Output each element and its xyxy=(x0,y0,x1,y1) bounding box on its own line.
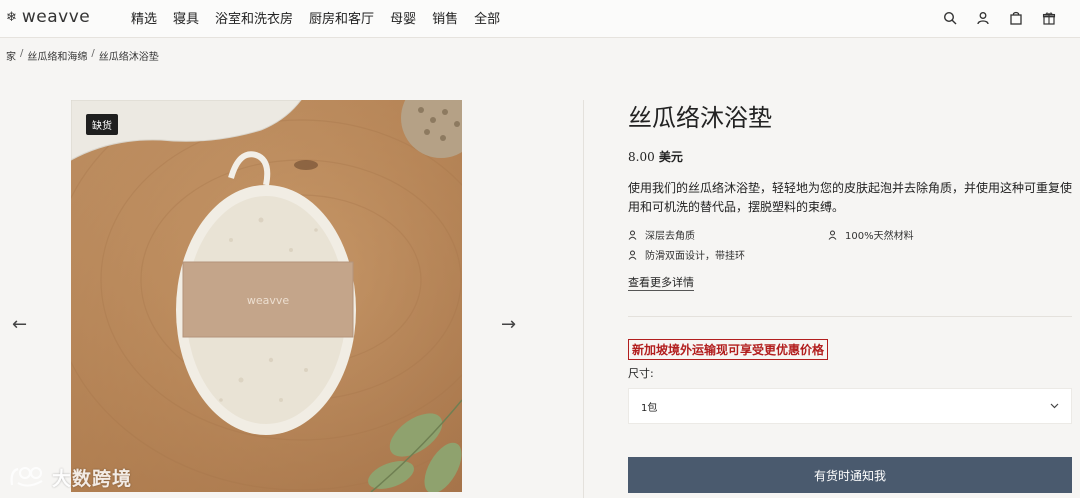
feature-label: 深层去角质 xyxy=(645,231,695,242)
notify-when-available-button[interactable]: 有货时通知我 xyxy=(628,457,1072,493)
person-icon xyxy=(628,230,637,240)
watermark: 大数跨境 xyxy=(8,463,132,491)
breadcrumb-separator: / xyxy=(91,48,95,59)
price-amount: 8.00 xyxy=(628,150,655,164)
size-label: 尺寸: xyxy=(628,367,654,380)
person-icon xyxy=(628,250,637,260)
next-image-arrow-icon[interactable]: → xyxy=(501,314,516,335)
product-photo: weavve xyxy=(71,100,462,492)
person-icon xyxy=(828,230,837,240)
section-divider xyxy=(628,316,1072,317)
previous-image-arrow-icon[interactable]: ← xyxy=(12,314,27,335)
snowflake-logo-icon: ❄ xyxy=(6,9,17,25)
chevron-down-icon xyxy=(1050,403,1059,409)
account-icon[interactable] xyxy=(973,8,992,27)
shipping-promo-banner: 新加坡境外运输现可享受更优惠价格 xyxy=(628,339,829,360)
breadcrumb-separator: / xyxy=(20,48,24,59)
column-divider xyxy=(583,100,584,498)
breadcrumb-home[interactable]: 家 xyxy=(6,48,16,63)
logo-text: weavve xyxy=(21,7,91,27)
feature-item: 防滑双面设计，带挂环 xyxy=(628,247,745,262)
out-of-stock-badge: 缺货 xyxy=(86,114,118,135)
gift-icon[interactable] xyxy=(1039,8,1058,27)
header-icons xyxy=(940,8,1058,27)
feature-label: 100%天然材料 xyxy=(845,231,914,242)
feature-label: 防滑双面设计，带挂环 xyxy=(645,251,745,262)
nav-item-baby[interactable]: 母婴 xyxy=(390,8,416,27)
nav-item-bedding[interactable]: 寝具 xyxy=(173,8,199,27)
watermark-text: 大数跨境 xyxy=(52,467,133,490)
feature-item: 深层去角质 xyxy=(628,227,695,242)
breadcrumb-current: 丝瓜络沐浴垫 xyxy=(98,52,159,63)
product-price: 8.00 美元 xyxy=(628,148,683,165)
size-select[interactable]: 1包 xyxy=(628,388,1072,424)
nav-item-all[interactable]: 全部 xyxy=(474,8,500,27)
site-header: ❄ weavve 精选 寝具 浴室和洗衣房 厨房和客厅 母婴 销售 全部 xyxy=(0,0,1080,38)
size-select-value: 1包 xyxy=(641,402,658,414)
nav-item-bath-laundry[interactable]: 浴室和洗衣房 xyxy=(215,8,293,27)
price-currency: 美元 xyxy=(658,150,683,164)
main-nav: 精选 寝具 浴室和洗衣房 厨房和客厅 母婴 销售 全部 xyxy=(131,8,516,27)
product-title: 丝瓜络沐浴垫 xyxy=(628,104,772,132)
search-icon[interactable] xyxy=(940,8,959,27)
nav-item-featured[interactable]: 精选 xyxy=(131,8,157,27)
nav-item-sale[interactable]: 销售 xyxy=(432,8,458,27)
logo[interactable]: ❄ weavve xyxy=(6,7,90,27)
shopping-bag-icon[interactable] xyxy=(1006,8,1025,27)
feature-item: 100%天然材料 xyxy=(828,227,914,242)
breadcrumb-category[interactable]: 丝瓜络和海绵 xyxy=(27,48,87,63)
nav-item-kitchen-living[interactable]: 厨房和客厅 xyxy=(309,8,374,27)
watermark-logo-icon xyxy=(10,467,43,487)
product-gallery: weavve xyxy=(71,100,462,492)
product-description: 使用我们的丝瓜络沐浴垫，轻轻地为您的皮肤起泡并去除角质，并使用这种可重复使用和可… xyxy=(628,181,1073,214)
breadcrumb: 家 / 丝瓜络和海绵 / 丝瓜络沐浴垫 xyxy=(6,48,159,63)
product-band-text: weavve xyxy=(247,294,290,307)
view-more-details-link[interactable]: 查看更多详情 xyxy=(628,276,694,291)
